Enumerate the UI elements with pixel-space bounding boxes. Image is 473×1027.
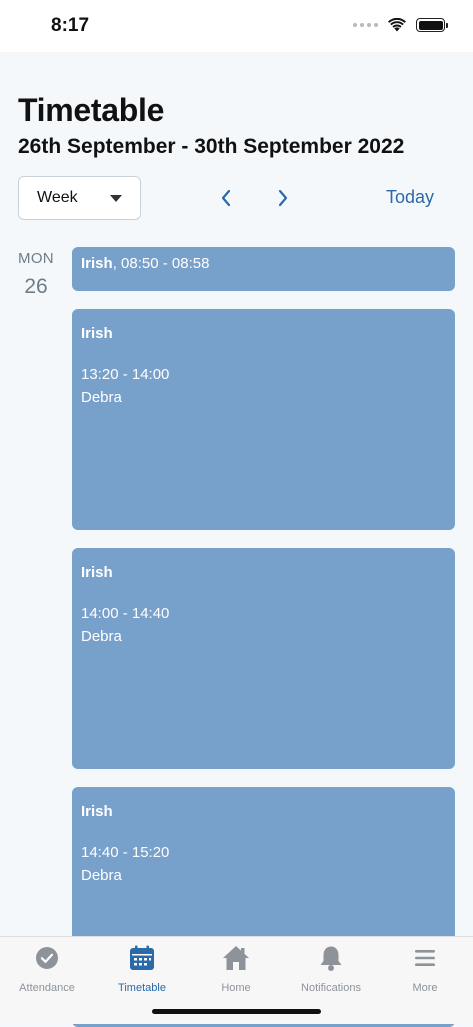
tab-attendance[interactable]: Attendance <box>0 943 94 994</box>
wifi-icon <box>388 18 406 32</box>
status-time: 8:17 <box>51 15 90 36</box>
event-subject: Irish <box>81 803 113 820</box>
tab-label: Notifications <box>301 982 361 994</box>
timetable-event[interactable]: Irish, 08:50 - 08:58 <box>72 247 455 291</box>
status-bar: 8:17 <box>0 0 473 52</box>
page-header: Timetable 26th September - 30th Septembe… <box>18 92 404 159</box>
tab-label: Attendance <box>19 982 75 994</box>
cellular-signal-icon <box>353 23 378 27</box>
tab-timetable[interactable]: Timetable <box>95 943 189 994</box>
page-title: Timetable <box>18 92 165 128</box>
event-teacher: Debra <box>81 867 122 884</box>
tab-home[interactable]: Home <box>189 943 283 994</box>
view-select-value: Week <box>37 189 78 206</box>
event-time: , 08:50 - 08:58 <box>112 255 210 272</box>
today-button[interactable]: Today <box>386 187 434 208</box>
tab-more[interactable]: More <box>378 943 472 994</box>
next-week-button[interactable] <box>269 184 297 212</box>
event-subject: Irish <box>81 564 113 581</box>
timetable-event[interactable]: Irish 14:00 - 14:40 Debra <box>72 548 455 769</box>
event-time: 13:20 - 14:00 <box>81 366 170 383</box>
event-teacher: Debra <box>81 628 122 645</box>
home-icon <box>223 946 249 970</box>
event-teacher: Debra <box>81 389 122 406</box>
bell-icon <box>320 946 342 971</box>
event-subject: Irish <box>81 255 113 272</box>
tab-label: More <box>412 982 438 994</box>
tab-label: Home <box>221 982 251 994</box>
day-name: MON <box>18 250 54 267</box>
chevron-right-icon <box>278 189 288 207</box>
tab-label: Timetable <box>118 982 166 994</box>
previous-week-button[interactable] <box>212 184 240 212</box>
battery-icon <box>416 18 448 32</box>
date-range: 26th September - 30th September 2022 <box>18 135 405 158</box>
status-icons <box>353 18 448 32</box>
menu-icon <box>415 950 435 966</box>
timetable-event[interactable]: Irish 13:20 - 14:00 Debra <box>72 309 455 530</box>
view-select[interactable]: Week <box>18 176 141 220</box>
calendar-icon <box>130 945 154 970</box>
chevron-left-icon <box>221 189 231 207</box>
tab-notifications[interactable]: Notifications <box>284 943 378 994</box>
event-subject: Irish <box>81 325 113 342</box>
event-time: 14:40 - 15:20 <box>81 844 170 861</box>
check-circle-icon <box>36 947 58 969</box>
day-label: MON 26 <box>18 250 54 299</box>
caret-down-icon <box>110 195 122 202</box>
day-number: 26 <box>24 275 48 298</box>
home-indicator <box>152 1009 321 1014</box>
event-time: 14:00 - 14:40 <box>81 605 170 622</box>
